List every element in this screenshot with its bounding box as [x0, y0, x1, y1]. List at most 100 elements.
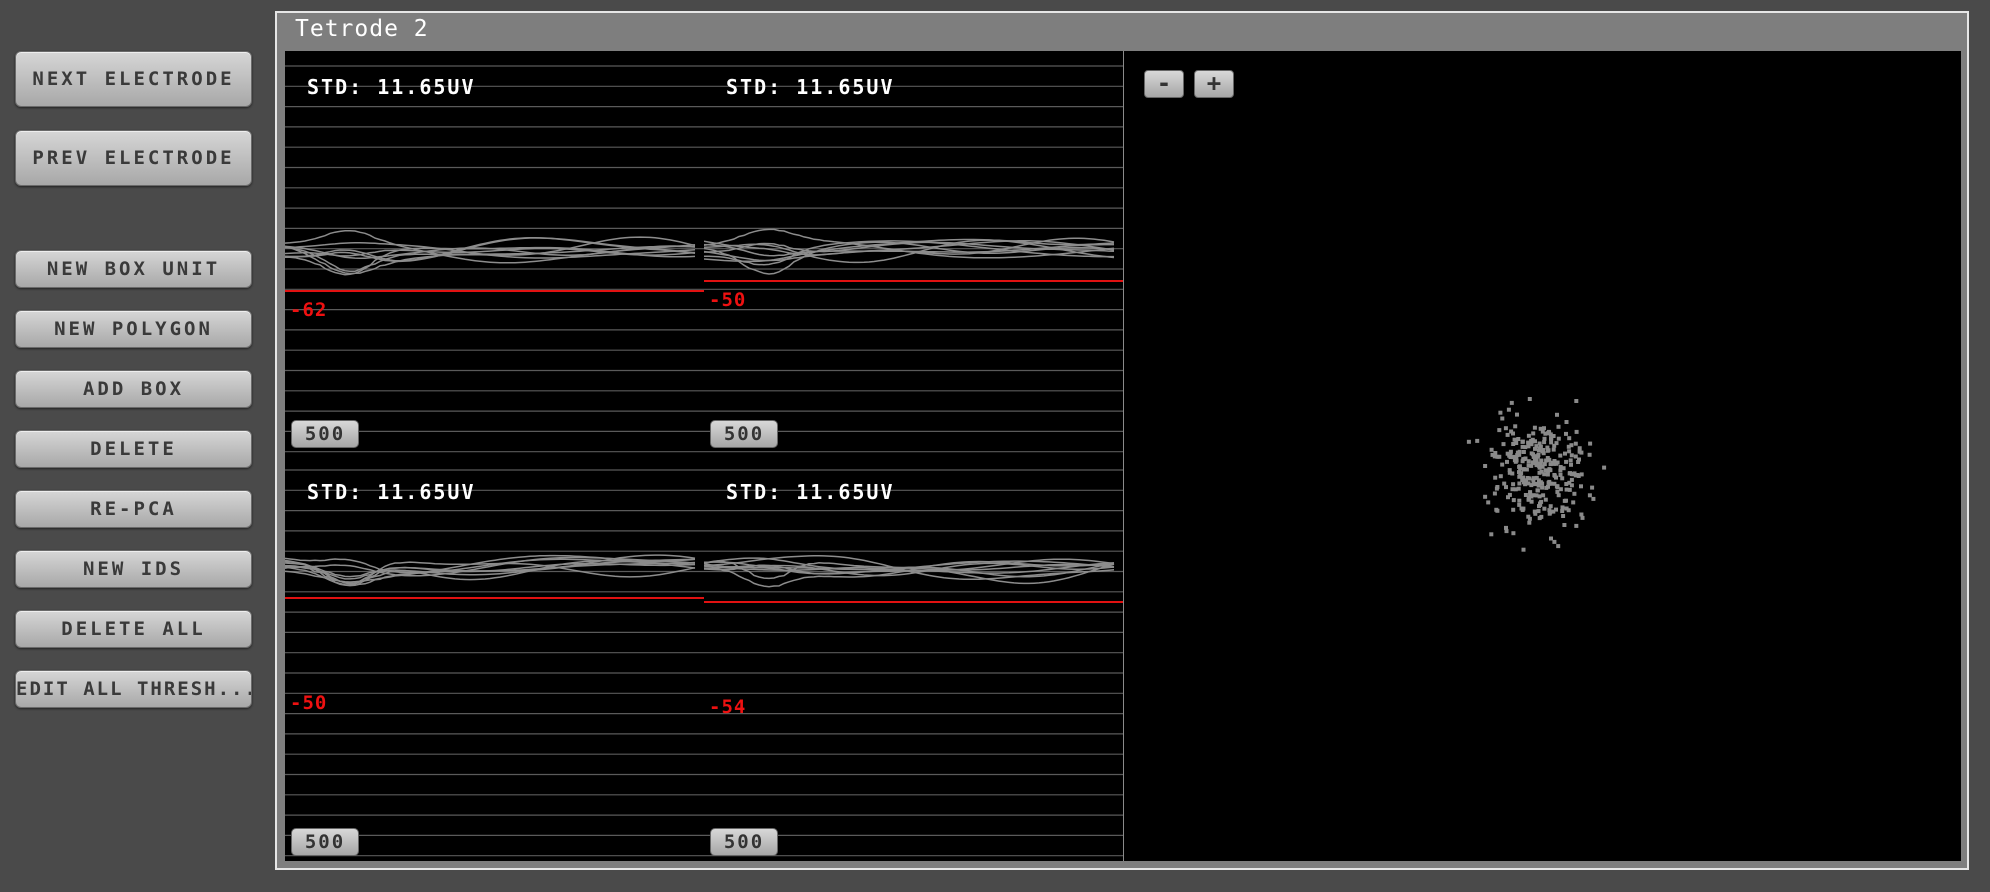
pca-point [1542, 462, 1547, 467]
pca-point [1495, 454, 1500, 459]
pca-point [1562, 498, 1567, 503]
pca-point [1529, 442, 1534, 447]
pca-point [1524, 467, 1529, 472]
pca-point [1534, 493, 1539, 498]
pca-point [1511, 482, 1516, 487]
pca-point [1527, 520, 1532, 525]
pca-point [1520, 439, 1525, 444]
pca-point [1552, 459, 1557, 463]
channel-3-std-label: STD: 11.65UV [307, 480, 476, 504]
pca-point [1526, 497, 1531, 502]
pca-point [1534, 461, 1539, 466]
pca-point [1511, 442, 1516, 446]
pca-point [1547, 479, 1552, 484]
pca-point [1542, 436, 1547, 441]
pca-point [1494, 507, 1499, 512]
channel-3-range-button[interactable]: 500 [291, 828, 359, 856]
pca-point [1506, 407, 1511, 412]
channel-3-canvas [285, 469, 704, 857]
pca-point [1536, 483, 1541, 488]
pca-projection-panel[interactable]: - + [1124, 51, 1961, 861]
zoom-in-button[interactable]: + [1194, 70, 1234, 98]
pca-point [1545, 448, 1550, 453]
pca-point [1552, 539, 1557, 544]
pca-point [1552, 473, 1557, 477]
pca-point [1526, 514, 1531, 519]
pca-point [1558, 465, 1563, 469]
pca-point [1516, 437, 1521, 441]
edit-all-thresh-button[interactable]: EDIT ALL THRESH... [15, 670, 252, 708]
new-box-unit-button[interactable]: NEW BOX UNIT [15, 250, 252, 288]
pca-point [1493, 475, 1498, 480]
channel-4-range-button[interactable]: 500 [710, 828, 778, 856]
pca-point [1517, 464, 1522, 469]
pca-point [1535, 488, 1540, 493]
pca-point [1514, 456, 1519, 461]
channel-4-threshold-label[interactable]: -54 [709, 696, 746, 718]
pca-point [1544, 458, 1549, 463]
next-electrode-button[interactable]: NEXT ELECTRODE [15, 51, 252, 107]
pca-point [1520, 508, 1525, 512]
channel-4-std-label: STD: 11.65UV [726, 480, 895, 504]
pca-point [1541, 448, 1546, 452]
pca-point [1587, 452, 1592, 457]
add-box-button[interactable]: ADD BOX [15, 370, 252, 408]
channel-3-plot[interactable]: STD: 11.65UV -50 500 [285, 456, 704, 861]
pca-point [1550, 460, 1555, 465]
pca-point [1545, 472, 1550, 477]
channel-1-range-button[interactable]: 500 [291, 420, 359, 448]
pca-point [1517, 452, 1522, 457]
channel-2-range-button[interactable]: 500 [710, 420, 778, 448]
pca-point [1552, 473, 1557, 478]
channel-4-plot[interactable]: STD: 11.65UV -54 500 [704, 456, 1123, 861]
pca-point [1503, 426, 1508, 431]
pca-point [1579, 450, 1584, 455]
pca-point [1517, 449, 1522, 454]
pca-point [1526, 459, 1531, 464]
pca-point [1506, 495, 1510, 500]
pca-point [1555, 412, 1559, 417]
pca-point [1537, 494, 1542, 499]
pca-point [1521, 547, 1526, 552]
pca-point [1527, 476, 1532, 481]
new-ids-button[interactable]: NEW IDS [15, 550, 252, 588]
channel-1-plot[interactable]: STD: 11.65UV -62 500 [285, 51, 704, 456]
delete-all-button[interactable]: DELETE ALL [15, 610, 252, 648]
pca-point [1562, 523, 1567, 527]
pca-point [1532, 425, 1537, 430]
pca-point [1521, 475, 1525, 480]
delete-button[interactable]: DELETE [15, 430, 252, 468]
pca-point [1505, 451, 1510, 456]
channel-3-threshold-label[interactable]: -50 [290, 692, 327, 714]
pca-point [1516, 486, 1521, 491]
pca-point [1517, 474, 1522, 479]
channel-2-threshold-label[interactable]: -50 [709, 289, 746, 311]
pca-point [1552, 481, 1557, 486]
pca-point [1511, 507, 1516, 512]
prev-electrode-button[interactable]: PREV ELECTRODE [15, 130, 252, 186]
pca-point [1513, 424, 1518, 429]
pca-point [1554, 461, 1559, 466]
pca-point [1540, 449, 1545, 454]
pca-point [1576, 460, 1581, 464]
channel-2-plot[interactable]: STD: 11.65UV -50 500 [704, 51, 1123, 456]
channel-1-threshold-label[interactable]: -62 [290, 299, 327, 321]
pca-point [1525, 476, 1530, 480]
pca-point [1507, 492, 1512, 497]
pca-point [1539, 469, 1544, 474]
pca-point [1547, 511, 1552, 516]
pca-point [1520, 444, 1525, 449]
pca-point [1517, 464, 1522, 469]
pca-point [1517, 470, 1521, 475]
re-pca-button[interactable]: RE-PCA [15, 490, 252, 528]
new-polygon-button[interactable]: NEW POLYGON [15, 310, 252, 348]
pca-point [1515, 450, 1520, 455]
zoom-out-button[interactable]: - [1144, 70, 1184, 98]
pca-point [1527, 495, 1531, 500]
pca-point [1534, 444, 1539, 449]
pca-point [1567, 487, 1572, 492]
pca-point [1546, 484, 1550, 489]
pca-point [1520, 439, 1525, 444]
pca-point [1555, 484, 1560, 489]
pca-point [1533, 458, 1537, 462]
